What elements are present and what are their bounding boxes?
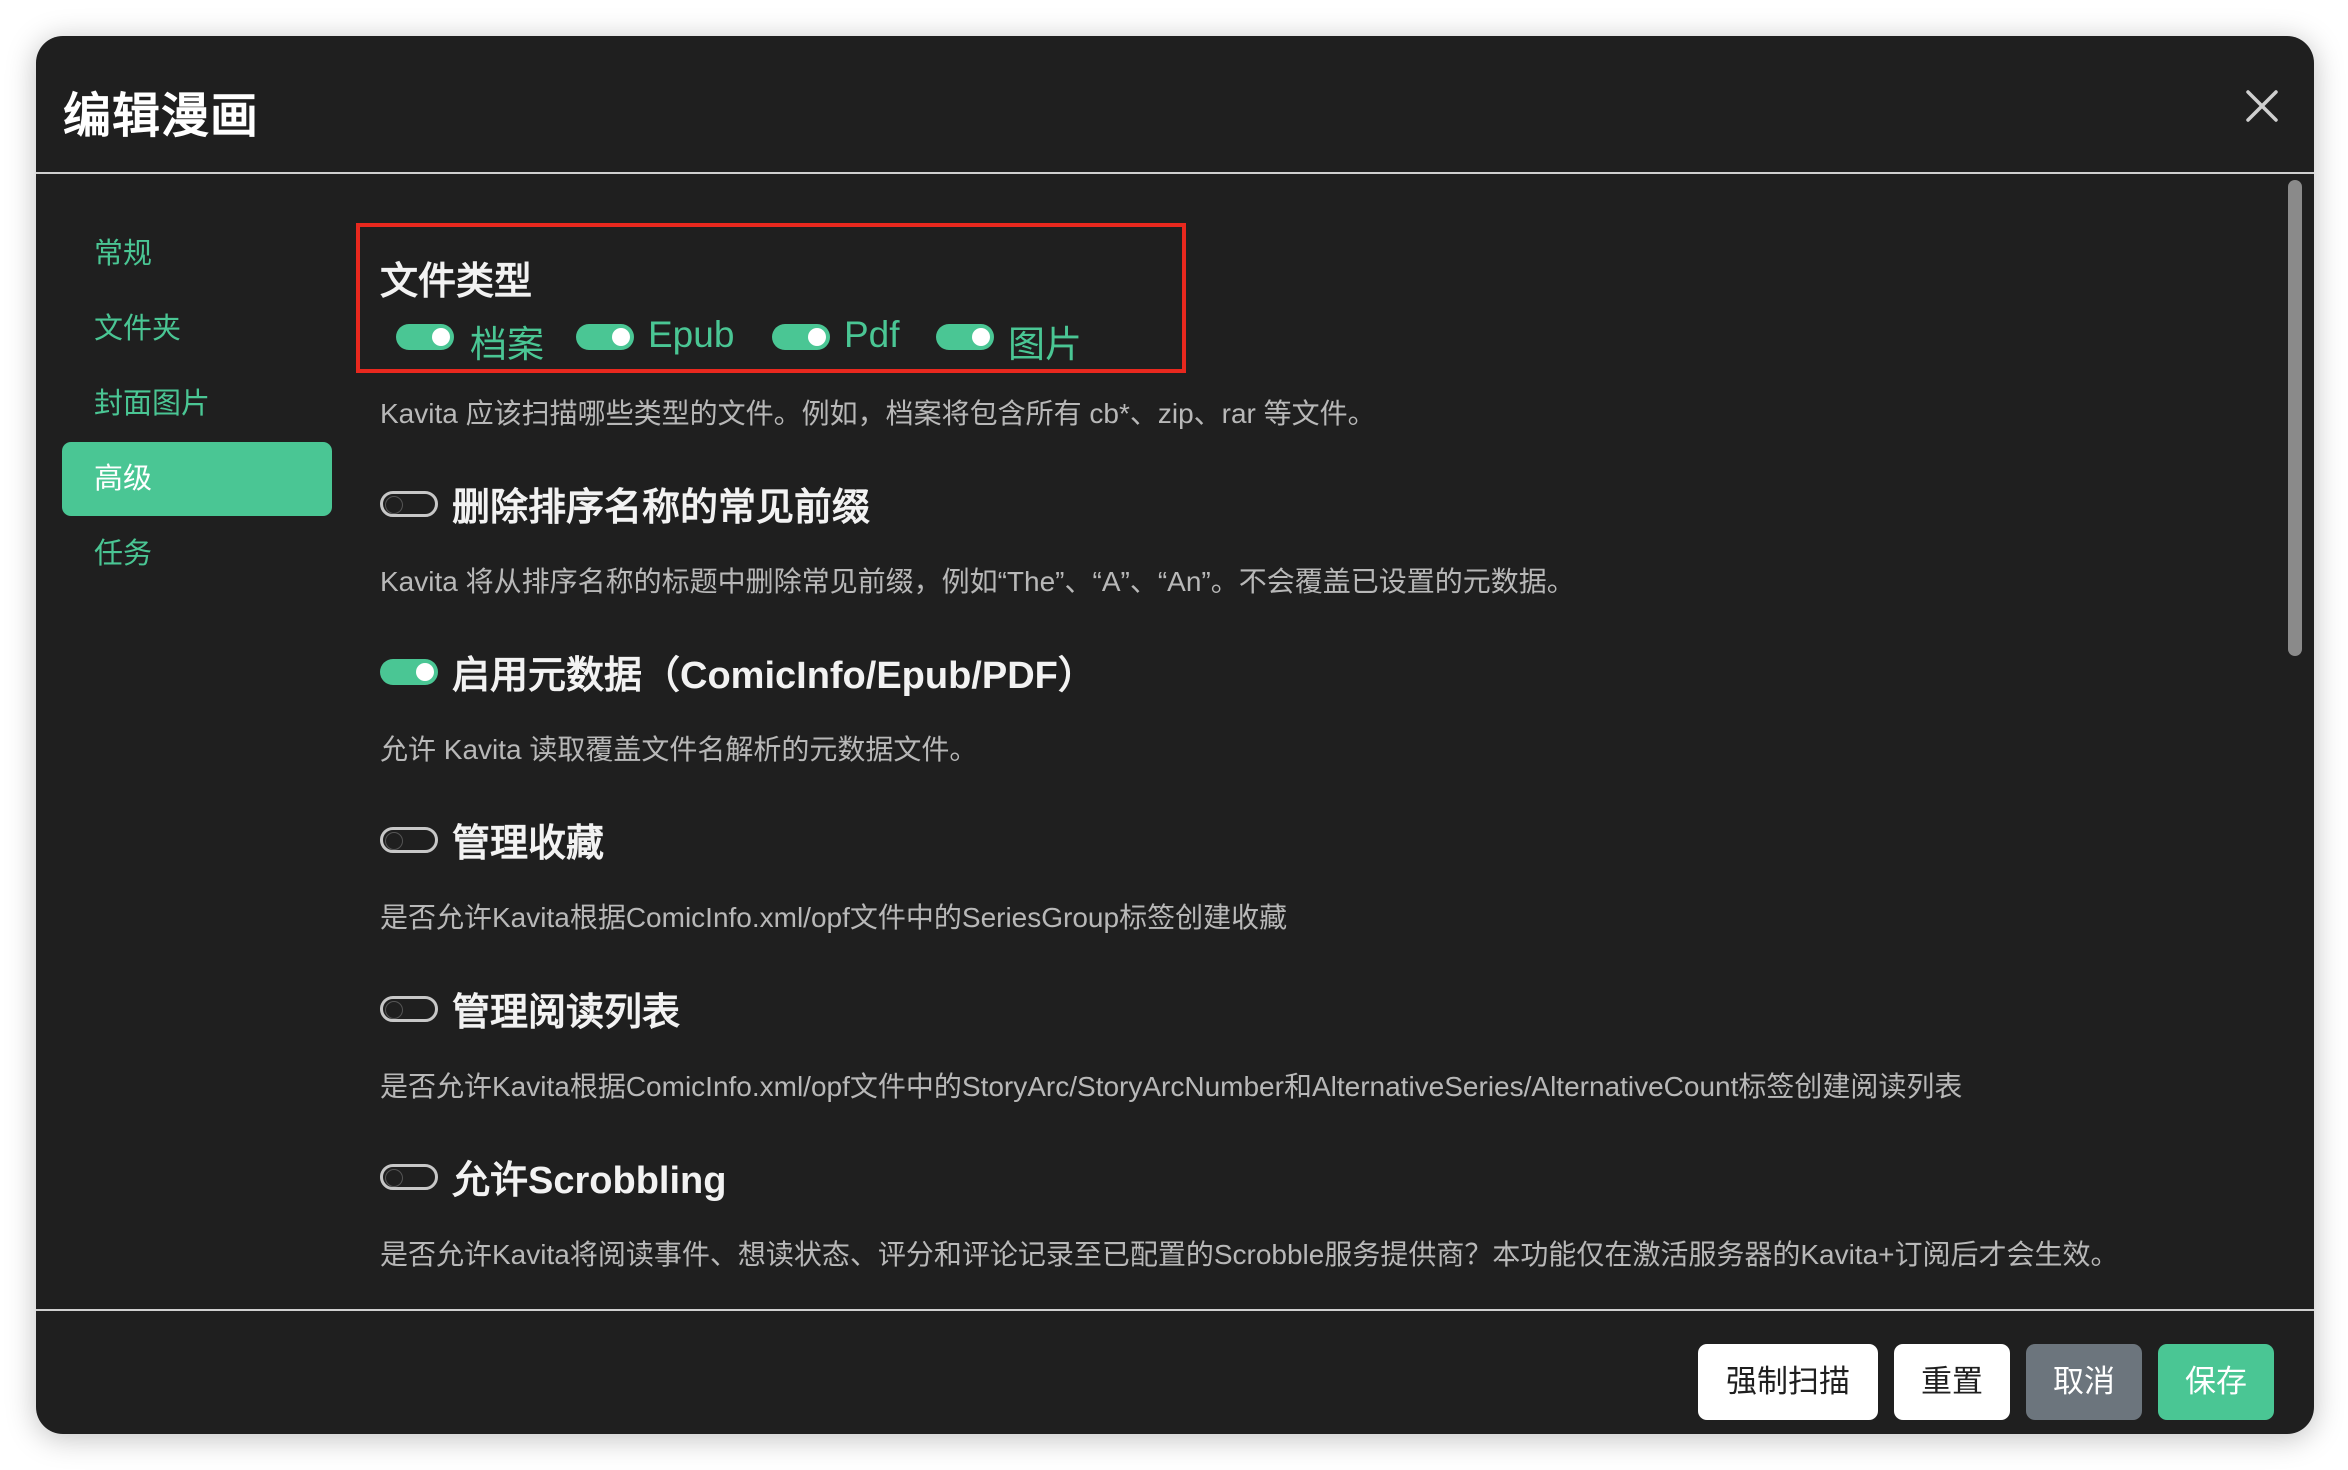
setting-description-allow-scrobbling: 是否允许Kavita将阅读事件、想读状态、评分和评论记录至已配置的Scrobbl… (380, 1239, 2119, 1270)
setting-title-enable-metadata: 启用元数据（ComicInfo/Epub/PDF） (452, 655, 1096, 697)
file-type-label-pdf: Pdf (844, 314, 900, 355)
toggle-images[interactable] (936, 324, 994, 350)
dialog-title: 编辑漫画 (63, 90, 260, 143)
setting-title-manage-reading-lists: 管理阅读列表 (452, 992, 681, 1034)
toggle-manage-reading-lists[interactable] (380, 996, 438, 1022)
toggle-epub[interactable] (576, 324, 634, 350)
setting-description-manage-reading-lists: 是否允许Kavita根据ComicInfo.xml/opf文件中的StoryAr… (380, 1071, 1963, 1102)
sidebar-item-advanced[interactable]: 高级 (62, 442, 332, 516)
force-scan-button[interactable]: 强制扫描 (1698, 1344, 1878, 1420)
setting-title-manage-collections: 管理收藏 (452, 823, 605, 865)
toggle-pdf[interactable] (772, 324, 830, 350)
file-type-label-images: 图片 (1008, 324, 1082, 365)
setting-description-manage-collections: 是否允许Kavita根据ComicInfo.xml/opf文件中的SeriesG… (380, 902, 1288, 933)
close-button[interactable] (2236, 80, 2288, 132)
close-icon (2246, 90, 2278, 122)
sidebar-nav: 常规 文件夹 封面图片 高级 任务 (62, 217, 332, 592)
edit-library-dialog: 编辑漫画 常规 文件夹 封面图片 高级 任务 文件类型 档案 Epub Pdf … (36, 36, 2314, 1434)
save-button[interactable]: 保存 (2158, 1344, 2274, 1420)
content-scrollbar[interactable] (2288, 180, 2302, 656)
toggle-allow-scrobbling[interactable] (380, 1164, 438, 1190)
toggle-enable-metadata[interactable] (380, 659, 438, 685)
toggle-archive[interactable] (396, 324, 454, 350)
cancel-button[interactable]: 取消 (2026, 1344, 2142, 1420)
toggle-manage-collections[interactable] (380, 827, 438, 853)
reset-button[interactable]: 重置 (1894, 1344, 2010, 1420)
sidebar-item-tasks[interactable]: 任务 (62, 517, 332, 591)
setting-description-enable-metadata: 允许 Kavita 读取覆盖文件名解析的元数据文件。 (380, 734, 978, 765)
setting-title-remove-prefixes: 删除排序名称的常见前缀 (452, 487, 871, 529)
setting-title-allow-scrobbling: 允许Scrobbling (452, 1160, 727, 1202)
file-type-label-epub: Epub (648, 314, 735, 355)
sidebar-item-general[interactable]: 常规 (62, 217, 332, 291)
file-type-label-archive: 档案 (470, 324, 544, 365)
toggle-remove-prefixes[interactable] (380, 491, 438, 517)
file-types-title: 文件类型 (380, 261, 533, 303)
sidebar-item-cover-image[interactable]: 封面图片 (62, 367, 332, 441)
dialog-header: 编辑漫画 (36, 36, 2314, 174)
sidebar-item-folders[interactable]: 文件夹 (62, 292, 332, 366)
setting-description-remove-prefixes: Kavita 将从排序名称的标题中删除常见前缀，例如“The”、“A”、“An”… (380, 566, 1575, 597)
file-types-description: Kavita 应该扫描哪些类型的文件。例如，档案将包含所有 cb*、zip、ra… (380, 398, 1376, 429)
